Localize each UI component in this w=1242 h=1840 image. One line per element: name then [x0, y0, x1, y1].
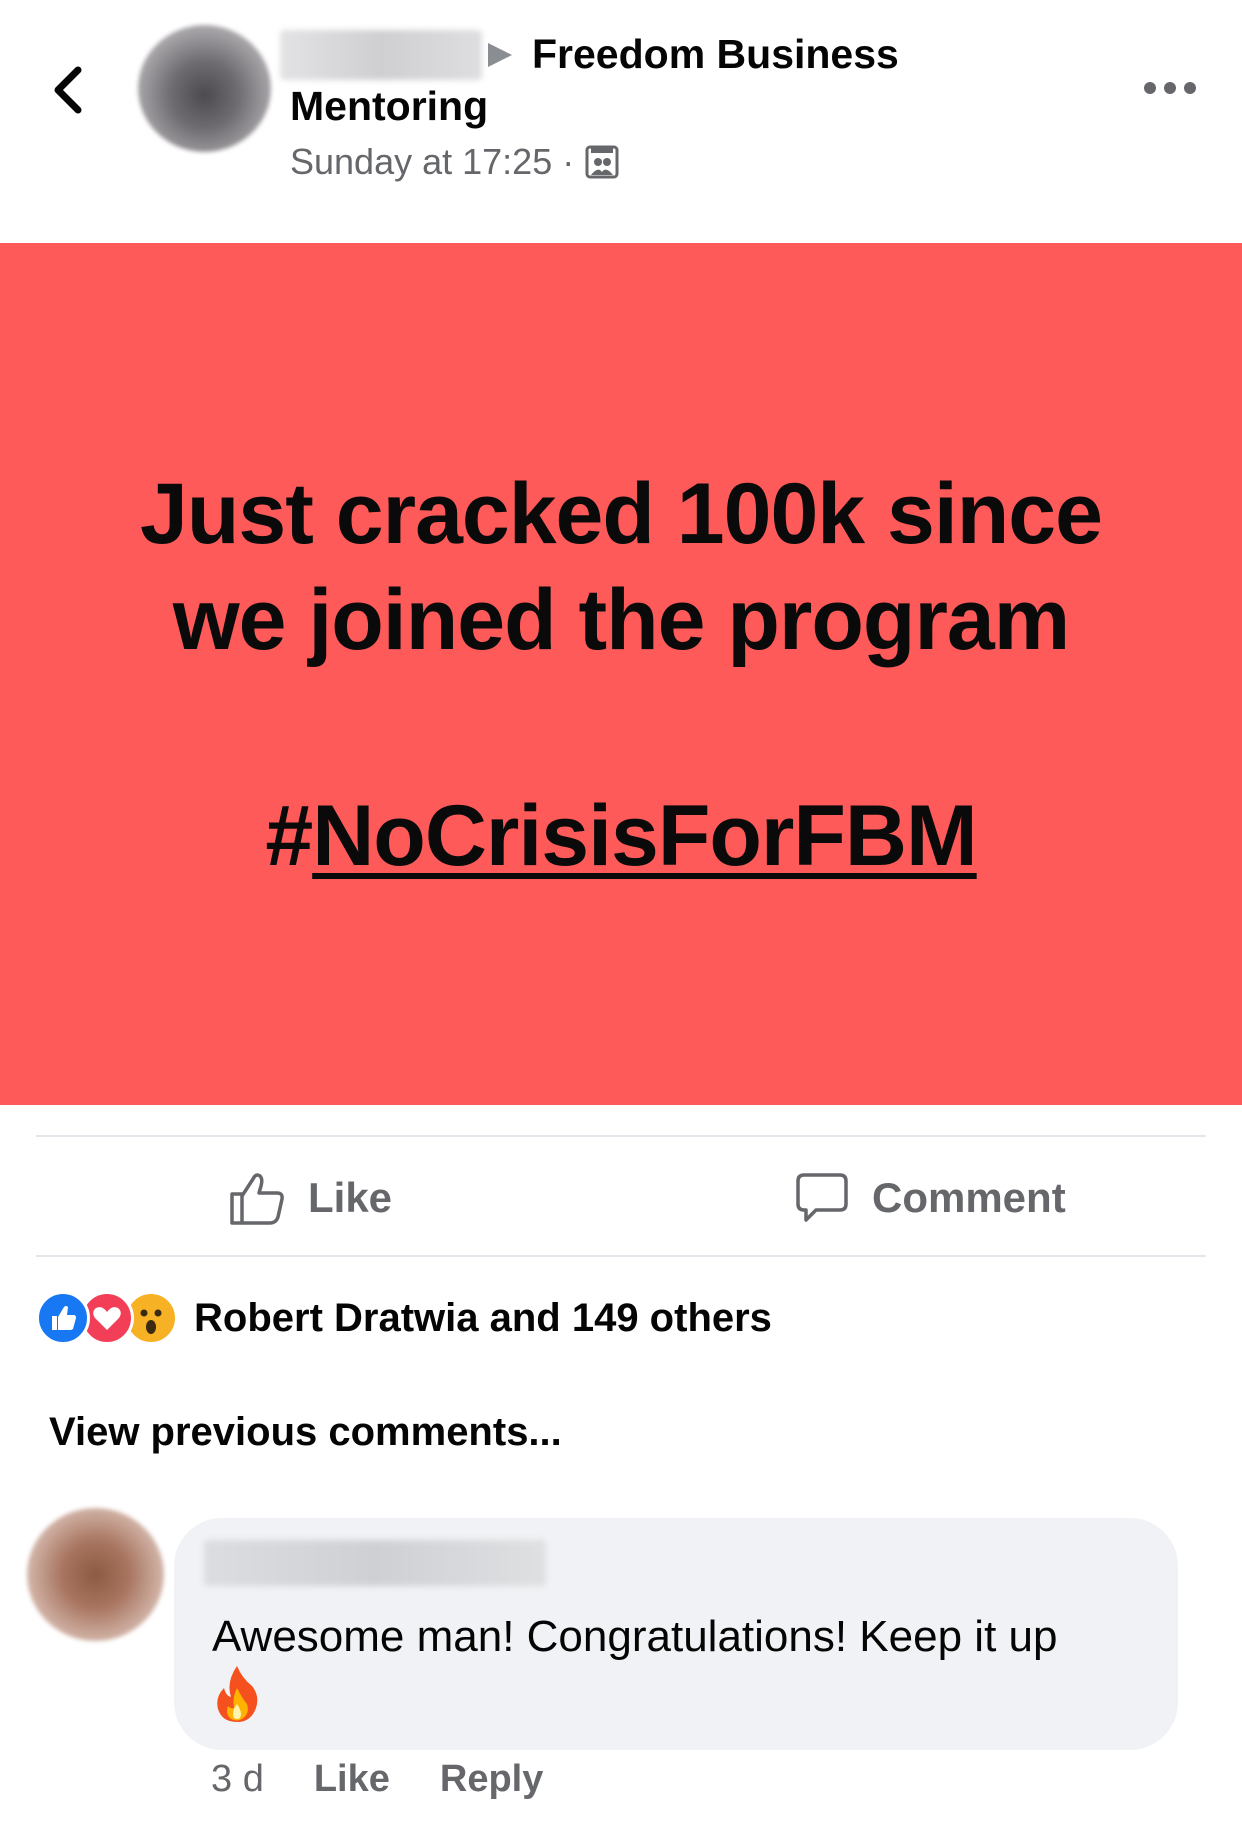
comment-like-button[interactable]: Like	[314, 1758, 390, 1801]
comment-reply-button[interactable]: Reply	[440, 1758, 543, 1801]
hash-symbol: #	[265, 788, 313, 884]
group-name[interactable]: Freedom Business Mentoring	[290, 28, 970, 132]
divider	[36, 1135, 1206, 1137]
like-label: Like	[308, 1174, 393, 1221]
post-header: Freedom Business Mentoring Sunday at 17:…	[0, 0, 1242, 243]
back-button[interactable]	[42, 58, 98, 122]
post-meta: Sunday at 17:25 ·	[290, 140, 620, 184]
reactions-summary[interactable]: Robert Dratwia and 149 others	[36, 1290, 772, 1346]
like-reaction-icon	[36, 1291, 90, 1345]
comment-age: 3 d	[211, 1758, 264, 1800]
divider	[36, 1255, 1206, 1257]
fire-icon	[217, 1666, 258, 1722]
like-button[interactable]: Like	[228, 1168, 392, 1228]
comment-bubble: Awesome man! Congratulations! Keep it up	[174, 1518, 1178, 1750]
comment-text: Awesome man! Congratulations! Keep it up	[212, 1612, 1058, 1661]
comment-label: Comment	[872, 1174, 1066, 1221]
thumbs-up-icon	[230, 1173, 284, 1225]
post-line-1: Just cracked 100k since	[140, 466, 1103, 562]
comment-icon	[796, 1173, 848, 1222]
view-previous-comments-link[interactable]: View previous comments...	[49, 1410, 562, 1455]
hashtag-text[interactable]: NoCrisisForFBM	[312, 788, 977, 884]
group-icon	[585, 145, 619, 179]
author-avatar[interactable]	[138, 25, 271, 152]
reactions-count-text[interactable]: Robert Dratwia and 149 others	[194, 1296, 772, 1341]
comment-button[interactable]: Comment	[794, 1168, 1066, 1228]
comment-actions: 3 d Like Reply	[211, 1758, 543, 1801]
more-options-button[interactable]	[1142, 76, 1198, 100]
chevron-left-icon	[54, 66, 82, 114]
commenter-avatar[interactable]	[27, 1508, 164, 1641]
post-message: Just cracked 100k since we joined the pr…	[0, 461, 1242, 673]
post-line-2: we joined the program	[172, 572, 1070, 668]
post-text-background: Just cracked 100k since we joined the pr…	[0, 243, 1242, 1105]
meta-separator: ·	[562, 141, 575, 182]
hashtag-link[interactable]: #NoCrisisForFBM	[0, 783, 1242, 889]
commenter-name-redacted[interactable]	[204, 1540, 546, 1586]
more-horizontal-icon	[1144, 82, 1196, 94]
post-timestamp[interactable]: Sunday at 17:25	[290, 141, 552, 182]
